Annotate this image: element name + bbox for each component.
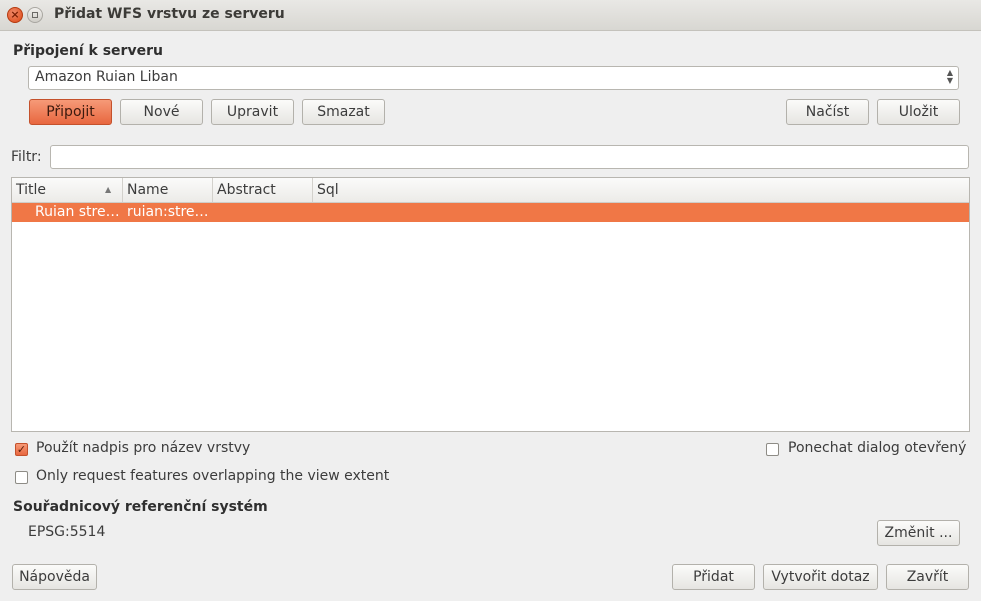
sort-ascending-icon: ▲	[105, 185, 112, 194]
title-bar: × Přidat WFS vrstvu ze serveru	[0, 0, 981, 31]
column-abstract-label: Abstract	[217, 182, 276, 198]
column-header-abstract[interactable]: Abstract	[213, 178, 313, 202]
crs-section-label: Souřadnicový referenční systém	[13, 499, 268, 515]
use-title-label: Použít nadpis pro název vrstvy	[36, 440, 251, 456]
only-overlap-label: Only request features overlapping the vi…	[36, 468, 390, 484]
column-name-label: Name	[127, 182, 169, 198]
column-header-title[interactable]: Title ▲	[12, 178, 123, 202]
column-header-sql[interactable]: Sql	[313, 178, 969, 202]
delete-button[interactable]: Smazat	[302, 99, 385, 125]
row-abstract-cell	[217, 203, 313, 222]
keep-open-checkbox[interactable]	[766, 443, 779, 456]
server-connection-label: Připojení k serveru	[13, 43, 163, 59]
add-button[interactable]: Přidat	[672, 564, 755, 590]
filter-label: Filtr:	[11, 149, 42, 165]
layer-table[interactable]: Title ▲ Name Abstract Sql Ruian stre… ru…	[11, 177, 970, 432]
column-title-label: Title	[16, 182, 47, 198]
help-button[interactable]: Nápověda	[12, 564, 97, 590]
build-query-button[interactable]: Vytvořit dotaz	[763, 564, 878, 590]
table-header: Title ▲ Name Abstract Sql	[12, 178, 969, 203]
updown-arrows-icon: ▲ ▼	[946, 68, 953, 85]
change-crs-button[interactable]: Změnit ...	[877, 520, 960, 546]
table-row[interactable]: Ruian stre… ruian:stre…	[12, 203, 969, 222]
close-button[interactable]: Zavřít	[886, 564, 969, 590]
only-overlap-checkbox[interactable]	[15, 471, 28, 484]
server-select-value: Amazon Ruian Liban	[35, 69, 178, 85]
minimize-icon[interactable]	[27, 7, 43, 23]
column-header-name[interactable]: Name	[123, 178, 213, 202]
row-name-cell: ruian:stre…	[127, 204, 209, 220]
window-title: Přidat WFS vrstvu ze serveru	[54, 6, 285, 22]
save-button[interactable]: Uložit	[877, 99, 960, 125]
row-sql-cell	[317, 203, 617, 222]
row-title-cell: Ruian stre…	[35, 204, 120, 220]
keep-open-label: Ponechat dialog otevřený	[788, 440, 967, 456]
column-sql-label: Sql	[317, 182, 339, 198]
edit-button[interactable]: Upravit	[211, 99, 294, 125]
use-title-checkbox[interactable]: ✓	[15, 443, 28, 456]
crs-value: EPSG:5514	[28, 524, 106, 540]
server-select[interactable]: Amazon Ruian Liban ▲ ▼	[28, 66, 959, 90]
connect-button[interactable]: Připojit	[29, 99, 112, 125]
close-icon[interactable]: ×	[7, 7, 23, 23]
new-button[interactable]: Nové	[120, 99, 203, 125]
load-button[interactable]: Načíst	[786, 99, 869, 125]
filter-input[interactable]	[50, 145, 969, 169]
